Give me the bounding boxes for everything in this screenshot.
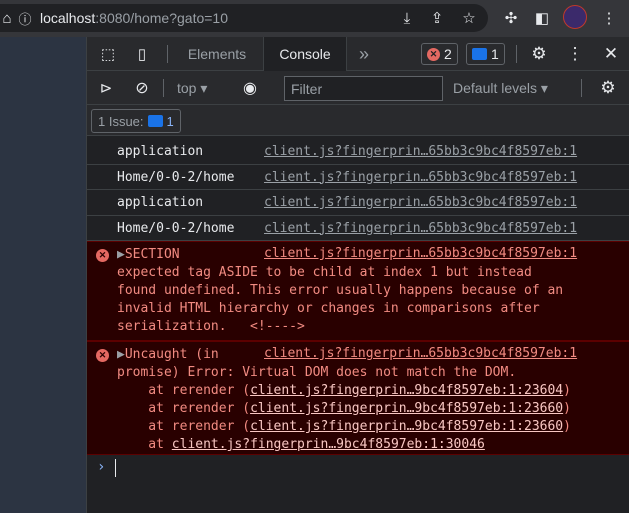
avatar[interactable] [563, 5, 587, 29]
log-row: application client.js?fingerprin…65bb3c9… [87, 190, 629, 216]
log-row: application client.js?fingerprin…65bb3c9… [87, 139, 629, 165]
share-icon[interactable]: ⇪ [426, 7, 448, 29]
error-head[interactable]: SECTION [125, 247, 180, 262]
log-source-link[interactable]: client.js?fingerprin…65bb3c9bc4f8597eb:1 [264, 170, 577, 185]
log-message: application [117, 144, 204, 159]
issues-bar: 1 Issue: 1 [87, 105, 629, 136]
error-source-link[interactable]: client.js?fingerprin…65bb3c9bc4f8597eb:1 [264, 246, 577, 261]
error-row: ✕ ▶SECTION expected tag ASIDE to be chil… [87, 241, 629, 341]
eye-icon[interactable]: ◉ [239, 77, 261, 99]
log-source-link[interactable]: client.js?fingerprin…65bb3c9bc4f8597eb:1 [264, 221, 577, 236]
context-select[interactable]: top ▾ [177, 80, 207, 97]
text-cursor [115, 459, 116, 477]
expand-arrow-icon[interactable]: ▶ [117, 247, 125, 262]
stack-link[interactable]: client.js?fingerprin…9bc4f8597eb:1:23604 [250, 383, 563, 398]
filter-input[interactable] [284, 76, 443, 101]
log-source-link[interactable]: client.js?fingerprin…65bb3c9bc4f8597eb:1 [264, 144, 577, 159]
stack-link[interactable]: client.js?fingerprin…9bc4f8597eb:1:23660 [250, 401, 563, 416]
console-output: application client.js?fingerprin…65bb3c9… [87, 139, 629, 483]
error-line: expected tag ASIDE to be child at index … [117, 265, 532, 280]
url-rest: :8080/home?gato=10 [95, 10, 228, 26]
error-source-link[interactable]: client.js?fingerprin…65bb3c9bc4f8597eb:1 [264, 346, 577, 361]
info-icon[interactable]: ⓘ [16, 7, 34, 29]
error-line: promise) Error: Virtual DOM does not mat… [117, 365, 517, 380]
log-message: application [117, 195, 204, 210]
stack-prefix: at rerender ( [117, 383, 251, 398]
settings-gear-icon[interactable]: ⚙ [528, 43, 550, 65]
bookmark-star-icon[interactable]: ☆ [458, 7, 480, 29]
page-viewport [0, 37, 86, 513]
issues-label: 1 Issue: [98, 113, 144, 129]
stack-suffix: ) [563, 419, 571, 434]
install-icon[interactable]: ⤓ [396, 7, 418, 29]
console-settings-icon[interactable]: ⚙ [597, 77, 619, 99]
log-row: Home/0-0-2/home client.js?fingerprin…65b… [87, 165, 629, 190]
log-message: Home/0-0-2/home [117, 169, 235, 185]
error-line: found undefined. This error usually happ… [117, 283, 564, 298]
stack-prefix: at rerender ( [117, 401, 251, 416]
error-icon: ✕ [96, 349, 109, 362]
close-icon[interactable]: ✕ [600, 43, 622, 65]
sidebar-toggle-icon[interactable]: ⊳ [95, 77, 117, 99]
divider [167, 45, 168, 63]
console-toolbar: ⊳ ⊘ top ▾ ◉ Default levels ▾ ⚙ [87, 71, 629, 105]
issues-button[interactable]: 1 Issue: 1 [91, 109, 181, 133]
stack-link[interactable]: client.js?fingerprin…9bc4f8597eb:1:30046 [172, 437, 485, 452]
menu-kebab-icon[interactable]: ⋮ [598, 7, 620, 29]
side-panel-icon[interactable]: ◧ [531, 7, 553, 29]
device-toolbar-icon[interactable]: ▯ [131, 43, 153, 65]
expand-arrow-icon[interactable]: ▶ [117, 347, 125, 362]
url-text[interactable]: localhost:8080/home?gato=10 [40, 10, 228, 26]
devtools-tab-bar: ⬚ ▯ Elements Console » ✕ 2 1 ⚙ ⋮ ✕ [87, 37, 629, 71]
error-icon: ✕ [427, 47, 440, 61]
error-line: invalid HTML hierarchy or changes in com… [117, 301, 540, 316]
log-row: Home/0-0-2/home client.js?fingerprin…65b… [87, 216, 629, 241]
divider [581, 79, 582, 97]
clear-console-icon[interactable]: ⊘ [131, 77, 153, 99]
log-message: Home/0-0-2/home [117, 220, 235, 236]
stack-suffix: ) [563, 383, 571, 398]
devtools-panel: ⬚ ▯ Elements Console » ✕ 2 1 ⚙ ⋮ ✕ ⊳ ⊘ t… [86, 37, 629, 513]
home-icon[interactable]: ⌂ [0, 7, 14, 29]
extensions-icon[interactable]: ✣ [500, 7, 522, 29]
inspect-element-icon[interactable]: ⬚ [97, 43, 119, 65]
url-host: localhost [40, 10, 96, 26]
issues-count: 1 [166, 113, 174, 129]
levels-select[interactable]: Default levels ▾ [453, 80, 548, 97]
prompt-chevron-icon: › [97, 459, 106, 475]
issue-icon [147, 115, 163, 127]
stack-suffix: ) [563, 401, 571, 416]
stack-prefix: at [117, 437, 172, 452]
error-message: ▶Uncaught (in promise) Error: Virtual DO… [117, 346, 597, 454]
divider [163, 79, 164, 97]
tab-console[interactable]: Console [263, 37, 347, 71]
message-count: 1 [491, 46, 499, 62]
more-tabs-button[interactable]: » [351, 37, 377, 71]
error-count-badge[interactable]: ✕ 2 [421, 43, 458, 65]
devtools-menu-icon[interactable]: ⋮ [564, 43, 586, 65]
browser-toolbar: ⌂ ⓘ localhost:8080/home?gato=10 ⤓ ⇪ ☆ ✣ … [0, 0, 629, 37]
levels-label: Default levels [453, 80, 538, 96]
divider [516, 45, 517, 63]
message-count-badge[interactable]: 1 [466, 43, 505, 65]
error-row: ✕ ▶Uncaught (in promise) Error: Virtual … [87, 341, 629, 455]
log-source-link[interactable]: client.js?fingerprin…65bb3c9bc4f8597eb:1 [264, 195, 577, 210]
tab-elements[interactable]: Elements [175, 37, 259, 71]
error-icon: ✕ [96, 249, 109, 262]
context-label: top [177, 80, 197, 96]
console-prompt-row[interactable]: › [87, 455, 629, 483]
stack-prefix: at rerender ( [117, 419, 251, 434]
error-count: 2 [444, 46, 452, 62]
address-bar[interactable]: ⌂ ⓘ localhost:8080/home?gato=10 ⤓ ⇪ ☆ [0, 4, 488, 32]
message-icon [472, 48, 487, 60]
stack-link[interactable]: client.js?fingerprin…9bc4f8597eb:1:23660 [250, 419, 563, 434]
error-line: serialization. <!----> [117, 319, 305, 334]
error-head[interactable]: Uncaught (in [125, 347, 219, 362]
